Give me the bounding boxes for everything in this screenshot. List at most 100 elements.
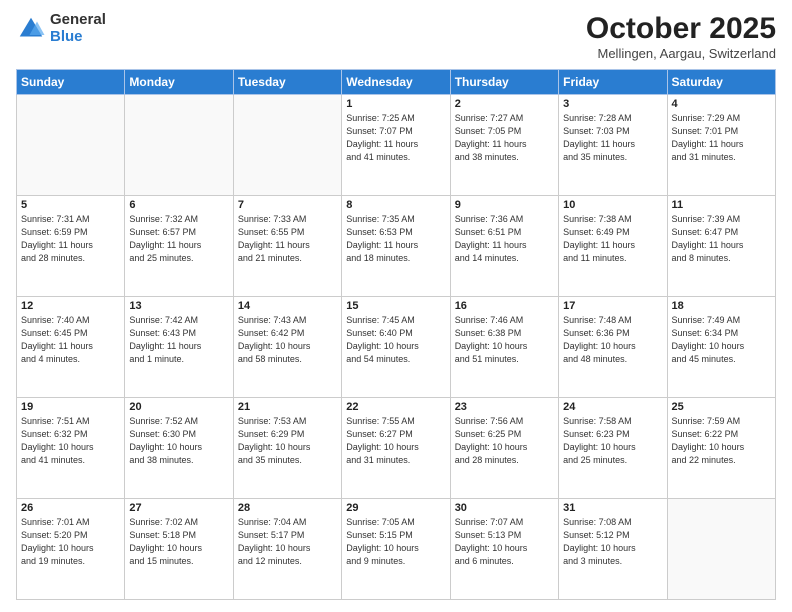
col-header-sunday: Sunday	[17, 70, 125, 95]
day-number: 2	[455, 98, 554, 110]
title-block: October 2025 Mellingen, Aargau, Switzerl…	[586, 12, 776, 61]
day-info: Sunrise: 7:43 AMSunset: 6:42 PMDaylight:…	[238, 314, 337, 366]
day-cell: 3 Sunrise: 7:28 AMSunset: 7:03 PMDaylight…	[559, 95, 667, 196]
logo-text: General Blue	[50, 12, 106, 45]
day-info: Sunrise: 7:55 AMSunset: 6:27 PMDaylight:…	[346, 415, 445, 467]
day-info: Sunrise: 7:28 AMSunset: 7:03 PMDaylight:…	[563, 112, 662, 164]
day-number: 5	[21, 199, 120, 211]
day-info: Sunrise: 7:08 AMSunset: 5:12 PMDaylight:…	[563, 516, 662, 568]
day-info: Sunrise: 7:42 AMSunset: 6:43 PMDaylight:…	[129, 314, 228, 366]
day-number: 7	[238, 199, 337, 211]
day-info: Sunrise: 7:01 AMSunset: 5:20 PMDaylight:…	[21, 516, 120, 568]
day-cell: 14 Sunrise: 7:43 AMSunset: 6:42 PMDayligh…	[233, 297, 341, 398]
day-info: Sunrise: 7:36 AMSunset: 6:51 PMDaylight:…	[455, 213, 554, 265]
day-info: Sunrise: 7:49 AMSunset: 6:34 PMDaylight:…	[672, 314, 771, 366]
day-info: Sunrise: 7:29 AMSunset: 7:01 PMDaylight:…	[672, 112, 771, 164]
day-number: 3	[563, 98, 662, 110]
title-location: Mellingen, Aargau, Switzerland	[586, 46, 776, 61]
day-info: Sunrise: 7:33 AMSunset: 6:55 PMDaylight:…	[238, 213, 337, 265]
day-info: Sunrise: 7:31 AMSunset: 6:59 PMDaylight:…	[21, 213, 120, 265]
day-cell: 9Sunrise: 7:36 AMSunset: 6:51 PMDaylight…	[450, 196, 558, 297]
day-info: Sunrise: 7:38 AMSunset: 6:49 PMDaylight:…	[563, 213, 662, 265]
day-cell: 31 Sunrise: 7:08 AMSunset: 5:12 PMDayligh…	[559, 499, 667, 600]
day-number: 1	[346, 98, 445, 110]
day-cell: 2 Sunrise: 7:27 AMSunset: 7:05 PMDaylight…	[450, 95, 558, 196]
day-number: 6	[129, 199, 228, 211]
day-number: 26	[21, 502, 120, 514]
day-cell: 21 Sunrise: 7:53 AMSunset: 6:29 PMDayligh…	[233, 398, 341, 499]
day-cell: 6 Sunrise: 7:32 AMSunset: 6:57 PMDaylight…	[125, 196, 233, 297]
day-info: Sunrise: 7:52 AMSunset: 6:30 PMDaylight:…	[129, 415, 228, 467]
day-number: 13	[129, 300, 228, 312]
day-cell: 30Sunrise: 7:07 AMSunset: 5:13 PMDayligh…	[450, 499, 558, 600]
col-header-tuesday: Tuesday	[233, 70, 341, 95]
day-info: Sunrise: 7:59 AMSunset: 6:22 PMDaylight:…	[672, 415, 771, 467]
week-row-0: 1 Sunrise: 7:25 AMSunset: 7:07 PMDaylight…	[17, 95, 776, 196]
day-number: 19	[21, 401, 120, 413]
day-number: 31	[563, 502, 662, 514]
page: General Blue October 2025 Mellingen, Aar…	[0, 0, 792, 612]
day-cell: 29 Sunrise: 7:05 AMSunset: 5:15 PMDayligh…	[342, 499, 450, 600]
day-cell: 20 Sunrise: 7:52 AMSunset: 6:30 PMDayligh…	[125, 398, 233, 499]
day-cell: 5 Sunrise: 7:31 AMSunset: 6:59 PMDaylight…	[17, 196, 125, 297]
day-number: 21	[238, 401, 337, 413]
day-info: Sunrise: 7:25 AMSunset: 7:07 PMDaylight:…	[346, 112, 445, 164]
day-cell: 25 Sunrise: 7:59 AMSunset: 6:22 PMDayligh…	[667, 398, 775, 499]
day-info: Sunrise: 7:05 AMSunset: 5:15 PMDaylight:…	[346, 516, 445, 568]
day-info: Sunrise: 7:27 AMSunset: 7:05 PMDaylight:…	[455, 112, 554, 164]
day-number: 12	[21, 300, 120, 312]
col-header-monday: Monday	[125, 70, 233, 95]
day-number: 20	[129, 401, 228, 413]
day-info: Sunrise: 7:58 AMSunset: 6:23 PMDaylight:…	[563, 415, 662, 467]
title-month: October 2025	[586, 12, 776, 46]
day-number: 4	[672, 98, 771, 110]
col-header-thursday: Thursday	[450, 70, 558, 95]
day-cell: 13 Sunrise: 7:42 AMSunset: 6:43 PMDayligh…	[125, 297, 233, 398]
day-cell: 23 Sunrise: 7:56 AMSunset: 6:25 PMDayligh…	[450, 398, 558, 499]
day-info: Sunrise: 7:48 AMSunset: 6:36 PMDaylight:…	[563, 314, 662, 366]
day-cell: 24Sunrise: 7:58 AMSunset: 6:23 PMDayligh…	[559, 398, 667, 499]
col-header-saturday: Saturday	[667, 70, 775, 95]
day-cell: 27 Sunrise: 7:02 AMSunset: 5:18 PMDayligh…	[125, 499, 233, 600]
day-number: 23	[455, 401, 554, 413]
day-info: Sunrise: 7:39 AMSunset: 6:47 PMDaylight:…	[672, 213, 771, 265]
day-number: 18	[672, 300, 771, 312]
day-cell	[17, 95, 125, 196]
day-cell: 18 Sunrise: 7:49 AMSunset: 6:34 PMDayligh…	[667, 297, 775, 398]
day-number: 11	[672, 199, 771, 211]
day-cell: 1 Sunrise: 7:25 AMSunset: 7:07 PMDaylight…	[342, 95, 450, 196]
day-info: Sunrise: 7:32 AMSunset: 6:57 PMDaylight:…	[129, 213, 228, 265]
day-cell: 26 Sunrise: 7:01 AMSunset: 5:20 PMDayligh…	[17, 499, 125, 600]
day-info: Sunrise: 7:45 AMSunset: 6:40 PMDaylight:…	[346, 314, 445, 366]
day-info: Sunrise: 7:56 AMSunset: 6:25 PMDaylight:…	[455, 415, 554, 467]
logo: General Blue	[16, 12, 106, 45]
day-info: Sunrise: 7:40 AMSunset: 6:45 PMDaylight:…	[21, 314, 120, 366]
day-cell: 15 Sunrise: 7:45 AMSunset: 6:40 PMDayligh…	[342, 297, 450, 398]
day-info: Sunrise: 7:46 AMSunset: 6:38 PMDaylight:…	[455, 314, 554, 366]
day-cell: 10 Sunrise: 7:38 AMSunset: 6:49 PMDayligh…	[559, 196, 667, 297]
day-number: 15	[346, 300, 445, 312]
week-row-3: 19 Sunrise: 7:51 AMSunset: 6:32 PMDayligh…	[17, 398, 776, 499]
day-info: Sunrise: 7:53 AMSunset: 6:29 PMDaylight:…	[238, 415, 337, 467]
day-number: 16	[455, 300, 554, 312]
day-info: Sunrise: 7:02 AMSunset: 5:18 PMDaylight:…	[129, 516, 228, 568]
day-cell: 28Sunrise: 7:04 AMSunset: 5:17 PMDayligh…	[233, 499, 341, 600]
day-number: 22	[346, 401, 445, 413]
day-number: 25	[672, 401, 771, 413]
logo-blue: Blue	[50, 29, 106, 46]
day-number: 29	[346, 502, 445, 514]
day-cell: 16 Sunrise: 7:46 AMSunset: 6:38 PMDayligh…	[450, 297, 558, 398]
day-cell	[233, 95, 341, 196]
calendar-header-row: SundayMondayTuesdayWednesdayThursdayFrid…	[17, 70, 776, 95]
day-number: 10	[563, 199, 662, 211]
day-cell: 11 Sunrise: 7:39 AMSunset: 6:47 PMDayligh…	[667, 196, 775, 297]
day-cell: 4 Sunrise: 7:29 AMSunset: 7:01 PMDaylight…	[667, 95, 775, 196]
day-number: 28	[238, 502, 337, 514]
day-number: 14	[238, 300, 337, 312]
week-row-1: 5 Sunrise: 7:31 AMSunset: 6:59 PMDaylight…	[17, 196, 776, 297]
day-number: 17	[563, 300, 662, 312]
col-header-friday: Friday	[559, 70, 667, 95]
day-info: Sunrise: 7:51 AMSunset: 6:32 PMDaylight:…	[21, 415, 120, 467]
day-cell: 17 Sunrise: 7:48 AMSunset: 6:36 PMDayligh…	[559, 297, 667, 398]
day-number: 27	[129, 502, 228, 514]
